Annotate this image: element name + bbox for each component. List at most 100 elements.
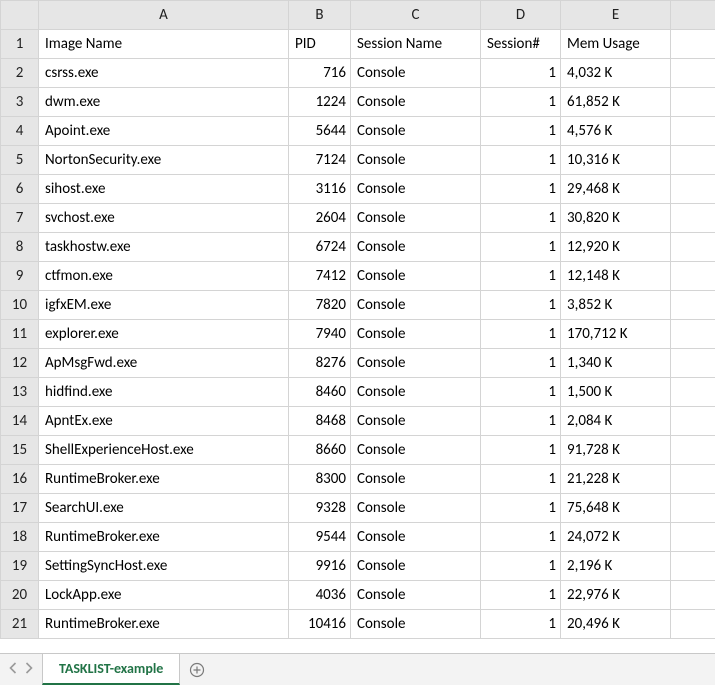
cell-C17[interactable]: Console: [351, 494, 481, 523]
cell-E7[interactable]: 30,820 K: [561, 204, 671, 233]
cell-A12[interactable]: ApMsgFwd.exe: [39, 349, 289, 378]
row-header-8[interactable]: 8: [1, 233, 39, 262]
cell-E5[interactable]: 10,316 K: [561, 146, 671, 175]
cell-D8[interactable]: 1: [481, 233, 561, 262]
cell-B7[interactable]: 2604: [289, 204, 351, 233]
cell-A6[interactable]: sihost.exe: [39, 175, 289, 204]
cell-E11[interactable]: 170,712 K: [561, 320, 671, 349]
row-header-15[interactable]: 15: [1, 436, 39, 465]
cell-B2[interactable]: 716: [289, 59, 351, 88]
cell-C18[interactable]: Console: [351, 523, 481, 552]
row-header-11[interactable]: 11: [1, 320, 39, 349]
cell-D18[interactable]: 1: [481, 523, 561, 552]
cell-F12[interactable]: [671, 349, 715, 378]
cell-B5[interactable]: 7124: [289, 146, 351, 175]
row-header-18[interactable]: 18: [1, 523, 39, 552]
row-header-12[interactable]: 12: [1, 349, 39, 378]
cell-B19[interactable]: 9916: [289, 552, 351, 581]
row-header-5[interactable]: 5: [1, 146, 39, 175]
cell-E13[interactable]: 1,500 K: [561, 378, 671, 407]
cell-A3[interactable]: dwm.exe: [39, 88, 289, 117]
row-header-2[interactable]: 2: [1, 59, 39, 88]
cell-C21[interactable]: Console: [351, 610, 481, 639]
cell-C2[interactable]: Console: [351, 59, 481, 88]
cell-F13[interactable]: [671, 378, 715, 407]
sheet-nav-prev-icon[interactable]: [8, 661, 17, 679]
cell-C12[interactable]: Console: [351, 349, 481, 378]
spreadsheet-grid[interactable]: ABCDE1Image NamePIDSession NameSession#M…: [0, 0, 715, 639]
cell-D20[interactable]: 1: [481, 581, 561, 610]
row-header-20[interactable]: 20: [1, 581, 39, 610]
cell-B20[interactable]: 4036: [289, 581, 351, 610]
cell-B21[interactable]: 10416: [289, 610, 351, 639]
row-header-4[interactable]: 4: [1, 117, 39, 146]
cell-A4[interactable]: Apoint.exe: [39, 117, 289, 146]
cell-B10[interactable]: 7820: [289, 291, 351, 320]
cell-E9[interactable]: 12,148 K: [561, 262, 671, 291]
cell-E17[interactable]: 75,648 K: [561, 494, 671, 523]
cell-B6[interactable]: 3116: [289, 175, 351, 204]
column-header-D[interactable]: D: [481, 1, 561, 30]
cell-D21[interactable]: 1: [481, 610, 561, 639]
cell-F7[interactable]: [671, 204, 715, 233]
cell-B3[interactable]: 1224: [289, 88, 351, 117]
cell-D4[interactable]: 1: [481, 117, 561, 146]
cell-A7[interactable]: svchost.exe: [39, 204, 289, 233]
cell-A17[interactable]: SearchUI.exe: [39, 494, 289, 523]
cell-C9[interactable]: Console: [351, 262, 481, 291]
cell-F21[interactable]: [671, 610, 715, 639]
cell-F1[interactable]: [671, 30, 715, 59]
cell-A15[interactable]: ShellExperienceHost.exe: [39, 436, 289, 465]
row-header-10[interactable]: 10: [1, 291, 39, 320]
cell-B11[interactable]: 7940: [289, 320, 351, 349]
cell-E10[interactable]: 3,852 K: [561, 291, 671, 320]
cell-F16[interactable]: [671, 465, 715, 494]
cell-E3[interactable]: 61,852 K: [561, 88, 671, 117]
cell-E4[interactable]: 4,576 K: [561, 117, 671, 146]
cell-F14[interactable]: [671, 407, 715, 436]
cell-F10[interactable]: [671, 291, 715, 320]
cell-B17[interactable]: 9328: [289, 494, 351, 523]
row-header-13[interactable]: 13: [1, 378, 39, 407]
cell-A5[interactable]: NortonSecurity.exe: [39, 146, 289, 175]
cell-D5[interactable]: 1: [481, 146, 561, 175]
cell-A20[interactable]: LockApp.exe: [39, 581, 289, 610]
cell-E18[interactable]: 24,072 K: [561, 523, 671, 552]
cell-A10[interactable]: igfxEM.exe: [39, 291, 289, 320]
cell-A8[interactable]: taskhostw.exe: [39, 233, 289, 262]
cell-D7[interactable]: 1: [481, 204, 561, 233]
column-header-B[interactable]: B: [289, 1, 351, 30]
cell-F4[interactable]: [671, 117, 715, 146]
cell-C1[interactable]: Session Name: [351, 30, 481, 59]
cell-A13[interactable]: hidfind.exe: [39, 378, 289, 407]
cell-B18[interactable]: 9544: [289, 523, 351, 552]
cell-D10[interactable]: 1: [481, 291, 561, 320]
cell-F6[interactable]: [671, 175, 715, 204]
cell-C10[interactable]: Console: [351, 291, 481, 320]
cell-C19[interactable]: Console: [351, 552, 481, 581]
cell-C8[interactable]: Console: [351, 233, 481, 262]
cell-F17[interactable]: [671, 494, 715, 523]
cell-B8[interactable]: 6724: [289, 233, 351, 262]
cell-F20[interactable]: [671, 581, 715, 610]
cell-D2[interactable]: 1: [481, 59, 561, 88]
cell-D14[interactable]: 1: [481, 407, 561, 436]
cell-D16[interactable]: 1: [481, 465, 561, 494]
cell-A9[interactable]: ctfmon.exe: [39, 262, 289, 291]
add-sheet-button[interactable]: [180, 654, 214, 685]
cell-E16[interactable]: 21,228 K: [561, 465, 671, 494]
cell-E6[interactable]: 29,468 K: [561, 175, 671, 204]
cell-E8[interactable]: 12,920 K: [561, 233, 671, 262]
select-all-corner[interactable]: [1, 1, 39, 30]
cell-B4[interactable]: 5644: [289, 117, 351, 146]
cell-C6[interactable]: Console: [351, 175, 481, 204]
cell-B1[interactable]: PID: [289, 30, 351, 59]
cell-A18[interactable]: RuntimeBroker.exe: [39, 523, 289, 552]
cell-E21[interactable]: 20,496 K: [561, 610, 671, 639]
cell-D9[interactable]: 1: [481, 262, 561, 291]
row-header-9[interactable]: 9: [1, 262, 39, 291]
column-header-extra[interactable]: [671, 1, 715, 30]
cell-E1[interactable]: Mem Usage: [561, 30, 671, 59]
cell-B9[interactable]: 7412: [289, 262, 351, 291]
cell-F9[interactable]: [671, 262, 715, 291]
